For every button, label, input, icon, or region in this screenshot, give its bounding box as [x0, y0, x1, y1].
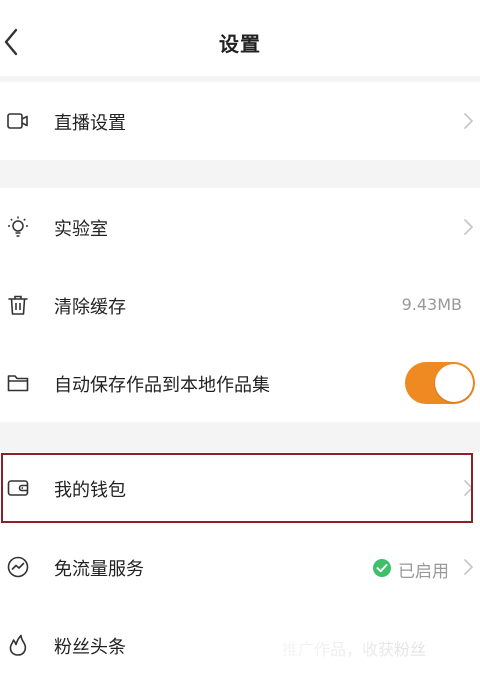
row-live-settings[interactable]: 直播设置	[0, 82, 480, 160]
header-bar: 设置	[0, 0, 480, 82]
chevron-right-icon	[464, 480, 473, 496]
row-label-lab: 实验室	[54, 219, 108, 240]
wallet-icon	[7, 480, 29, 496]
fans-headline-desc: 推广作品，收获粉丝	[282, 640, 427, 659]
chevron-right-icon	[464, 219, 473, 235]
row-free-data-service[interactable]: 免流量服务 已启用	[0, 528, 480, 606]
row-label-auto-save: 自动保存作品到本地作品集	[54, 375, 270, 396]
row-label-fans-headline: 粉丝头条	[54, 637, 126, 658]
trash-icon	[8, 295, 28, 315]
auto-save-toggle[interactable]	[405, 362, 475, 404]
row-wallet[interactable]: 我的钱包	[0, 452, 480, 524]
page-title: 设置	[219, 32, 261, 56]
gauge-icon	[7, 556, 29, 578]
row-lab[interactable]: 实验室	[0, 188, 480, 266]
chevron-right-icon	[464, 113, 473, 129]
row-clear-cache[interactable]: 清除缓存 9.43MB	[0, 266, 480, 344]
row-label-free-data: 免流量服务	[54, 559, 144, 580]
section-gap	[0, 422, 480, 452]
free-data-status: 已启用	[398, 562, 449, 582]
chevron-right-icon	[464, 559, 473, 575]
row-label-clear-cache: 清除缓存	[54, 297, 126, 318]
row-fans-headline[interactable]: 粉丝头条 推广作品，收获粉丝	[0, 606, 480, 674]
cache-size-value: 9.43MB	[401, 295, 462, 314]
row-label-live-settings: 直播设置	[54, 113, 126, 134]
row-label-wallet: 我的钱包	[54, 480, 126, 501]
section-gap	[0, 160, 480, 188]
toggle-knob	[435, 364, 473, 402]
folder-icon	[7, 375, 29, 392]
check-circle-icon	[373, 559, 391, 577]
lightbulb-icon	[8, 216, 28, 237]
flame-icon	[9, 634, 27, 656]
video-camera-icon	[7, 113, 28, 129]
